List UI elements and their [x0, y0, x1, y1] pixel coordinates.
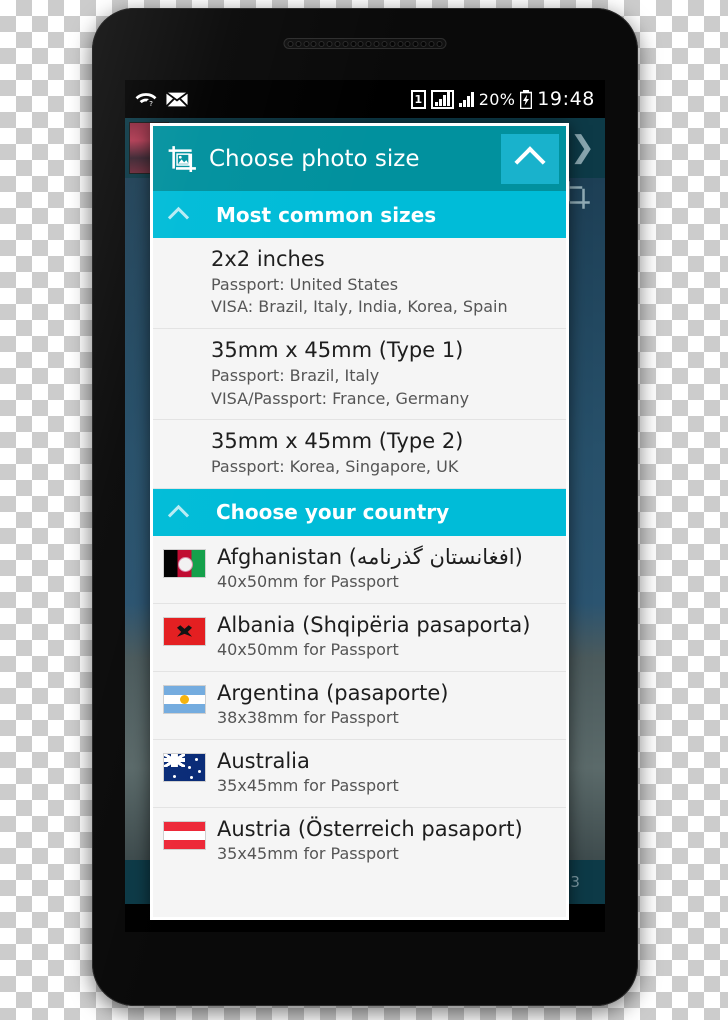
signal-bars-icon	[458, 91, 474, 107]
battery-percent-label: 20%	[478, 89, 516, 109]
section-header-label: Most common sizes	[216, 202, 437, 227]
country-size: 40x50mm for Passport	[217, 639, 399, 659]
dialog-title: Choose photo size	[209, 145, 420, 172]
choose-photo-size-dialog: Choose photo size Most common sizes 2x2 …	[150, 123, 569, 920]
afghanistan-flag-icon	[163, 548, 206, 578]
photo-size-list[interactable]: Most common sizes 2x2 inches Passport: U…	[153, 191, 566, 917]
country-name: Afghanistan (افغانستان گذرنامه)	[217, 544, 523, 569]
size-detail: Passport: Brazil, Italy	[211, 365, 380, 385]
list-item-country[interactable]: Argentina (pasaporte) 38x38mm for Passpo…	[153, 671, 566, 740]
list-item-size[interactable]: 2x2 inches Passport: United States VISA:…	[153, 238, 566, 330]
wifi-question-icon: ?	[135, 92, 157, 108]
country-name: Austria (Österreich pasaport)	[217, 816, 523, 841]
earpiece-speaker	[283, 38, 447, 49]
size-title: 2x2 inches	[211, 247, 325, 271]
list-item-country[interactable]: Australia 35x45mm for Passport	[153, 739, 566, 808]
argentina-flag-icon	[163, 684, 206, 714]
chevron-up-icon	[514, 145, 546, 177]
australia-flag-icon	[163, 752, 206, 782]
clock-label: 19:48	[537, 88, 595, 110]
size-detail: VISA/Passport: France, Germany	[211, 388, 470, 408]
section-header-label: Choose your country	[216, 500, 450, 525]
albania-flag-icon	[163, 616, 206, 646]
size-detail: Passport: United States	[211, 274, 399, 294]
size-detail: VISA: Brazil, Italy, India, Korea, Spain	[211, 297, 508, 317]
section-header-most-common-sizes[interactable]: Most common sizes	[153, 191, 566, 238]
chevron-up-icon	[167, 206, 190, 228]
list-item-country[interactable]: Afghanistan (افغانستان گذرنامه) 40x50mm …	[153, 535, 566, 604]
austria-flag-icon	[163, 820, 206, 850]
signal-bars-boxed-icon	[430, 89, 454, 109]
envelope-icon	[166, 91, 188, 107]
dialog-title-bar: Choose photo size	[153, 126, 566, 191]
image-crop-icon	[168, 145, 196, 172]
chevron-up-icon	[167, 504, 190, 526]
country-name: Albania (Shqipëria pasaporta)	[217, 612, 531, 637]
collapse-dialog-button[interactable]	[501, 133, 559, 184]
list-item-size[interactable]: 35mm x 45mm (Type 2) Passport: Korea, Si…	[153, 420, 566, 489]
status-bar: ? 1 20% 19:48	[125, 80, 605, 118]
country-size: 40x50mm for Passport	[217, 572, 399, 591]
country-size: 35x45mm for Passport	[217, 843, 399, 863]
section-header-choose-your-country[interactable]: Choose your country	[153, 488, 566, 536]
list-item-size[interactable]: 35mm x 45mm (Type 1) Passport: Brazil, I…	[153, 329, 566, 421]
next-arrow-icon[interactable]: ❯	[570, 133, 595, 163]
country-size: 35x45mm for Passport	[217, 775, 399, 795]
phone-device: ? 1 20% 19:48 ❯ Choose photo size Most c…	[92, 8, 638, 1006]
size-title: 35mm x 45mm (Type 2)	[211, 429, 464, 454]
country-name: Argentina (pasaporte)	[217, 680, 449, 705]
size-detail: Passport: Korea, Singapore, UK	[211, 457, 459, 477]
size-title: 35mm x 45mm (Type 1)	[211, 338, 464, 363]
country-size: 38x38mm for Passport	[217, 707, 399, 727]
phone-screen: ? 1 20% 19:48 ❯ Choose photo size Most c…	[125, 80, 605, 932]
svg-text:?: ?	[149, 99, 153, 108]
list-item-country[interactable]: Austria (Österreich pasaport) 35x45mm fo…	[153, 807, 566, 875]
sim-indicator: 1	[410, 89, 426, 109]
country-name: Australia	[217, 748, 310, 773]
list-item-country[interactable]: Albania (Shqipëria pasaporta) 40x50mm fo…	[153, 603, 566, 672]
battery-charging-icon	[520, 89, 533, 109]
